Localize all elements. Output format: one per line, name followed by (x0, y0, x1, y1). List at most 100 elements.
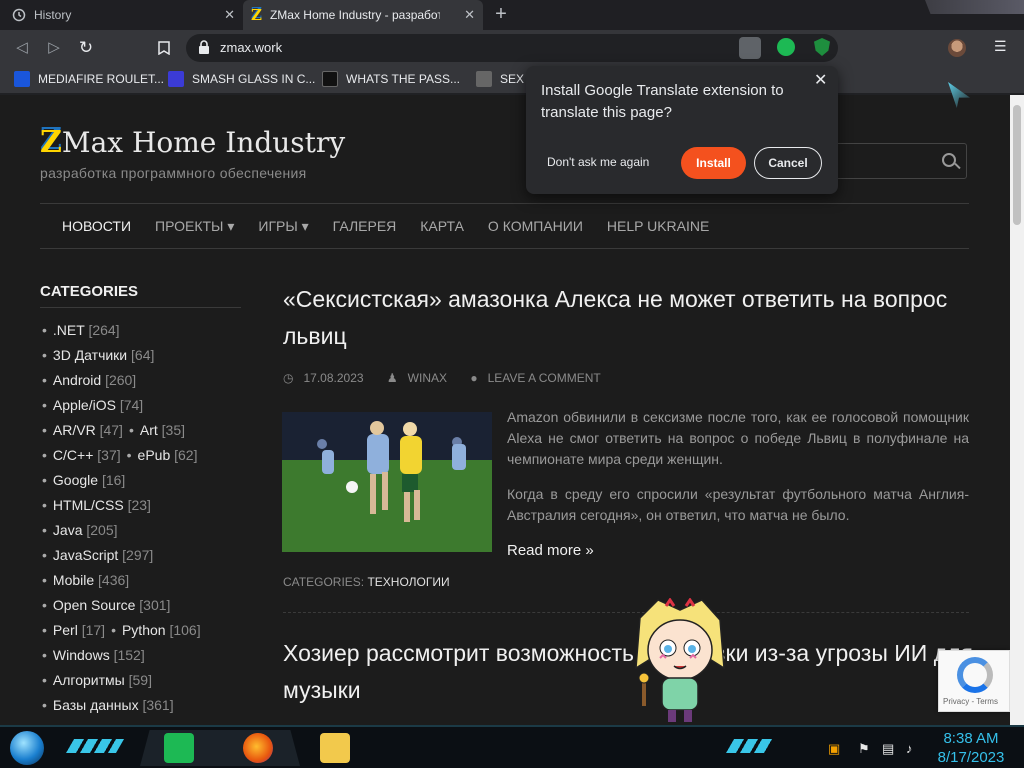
firefox-app-icon[interactable] (243, 733, 273, 763)
category-link[interactable]: Google (53, 472, 98, 488)
flag-icon[interactable]: ⚑ (858, 741, 870, 757)
bookmark-item[interactable]: SEX I (476, 71, 531, 87)
close-icon[interactable]: ✕ (814, 70, 827, 90)
forward-button[interactable]: ▷ (44, 38, 64, 58)
category-row: • Android [260] (42, 370, 252, 395)
url-text: zmax.work (220, 40, 283, 55)
clock-date: 8/17/2023 (937, 749, 1005, 766)
bullet-icon: • (42, 622, 47, 638)
category-row: • Perl [17] • Python [106] (42, 620, 252, 645)
category-link[interactable]: AR/VR (53, 422, 96, 438)
category-link[interactable]: Android (53, 372, 101, 388)
categories-heading: CATEGORIES (40, 283, 139, 300)
network-icon[interactable]: ▤ (882, 741, 894, 757)
category-link[interactable]: .NET (53, 322, 85, 338)
nav-item-news[interactable]: НОВОСТИ (62, 218, 131, 234)
volume-icon[interactable]: ♪ (906, 741, 913, 756)
nav-item-about[interactable]: О КОМПАНИИ (488, 218, 583, 234)
scrollbar-thumb[interactable] (1013, 105, 1021, 225)
categories-list: • .NET [264] • 3D Датчики [64] • Android [260… (42, 320, 252, 720)
tab-history[interactable]: History ✕ (0, 0, 243, 30)
category-row: • C/C++ [37] • ePub [62] (42, 445, 252, 470)
close-tab-icon[interactable]: ✕ (224, 7, 235, 23)
category-row: • JavaScript [297] (42, 545, 252, 570)
tab-zmax[interactable]: Z ZMax Home Industry - разработка ✕ (243, 0, 483, 30)
new-tab-button[interactable]: + (489, 4, 513, 26)
category-row: • Базы данных [361] (42, 695, 252, 720)
post-excerpt: Amazon обвинили в сексизме после того, к… (507, 407, 969, 540)
bookmark-item[interactable]: MEDIAFIRE ROULET... (14, 71, 164, 87)
back-button[interactable]: ◁ (12, 38, 32, 58)
shield-extension-icon[interactable] (814, 38, 830, 56)
search-icon[interactable] (942, 153, 956, 167)
bullet-icon: • (42, 522, 47, 538)
category-link[interactable]: Алгоритмы (53, 672, 125, 688)
dont-ask-again-button[interactable]: Don't ask me again (547, 155, 649, 169)
bookmark-item[interactable]: WHATS THE PASS... (322, 71, 460, 87)
taskbar-decoration (65, 739, 125, 753)
category-link[interactable]: ePub (138, 447, 171, 463)
close-tab-icon[interactable]: ✕ (464, 7, 475, 23)
divider (40, 307, 241, 308)
bookmark-star-button[interactable] (154, 38, 174, 58)
nav-item-map[interactable]: КАРТА (420, 218, 464, 234)
web-page: ZMax Home Industry разработка программно… (0, 95, 1010, 725)
site-search-input[interactable] (830, 143, 967, 179)
nav-item-projects[interactable]: ПРОЕКТЫ ▾ (155, 218, 234, 235)
category-link[interactable]: Базы данных (53, 697, 139, 713)
install-button[interactable]: Install (681, 147, 746, 179)
category-link[interactable]: Windows (53, 647, 110, 663)
post-author[interactable]: ♟ WINAX (387, 371, 457, 385)
post-categories: CATEGORIES: ТЕХНОЛОГИИ (283, 575, 450, 589)
tray-app-icon[interactable]: ▣ (828, 741, 840, 757)
category-link[interactable]: 3D Датчики (53, 347, 127, 363)
nav-item-gallery[interactable]: ГАЛЕРЕЯ (333, 218, 397, 234)
star-butterfly-mascot-icon[interactable] (628, 598, 732, 724)
profile-avatar[interactable] (948, 39, 966, 57)
category-link[interactable]: JavaScript (53, 547, 118, 563)
category-link[interactable]: Open Source (53, 597, 136, 613)
category-row: • Google [16] (42, 470, 252, 495)
category-link[interactable]: Python (122, 622, 166, 638)
bookmark-label: SMASH GLASS IN C... (192, 72, 316, 86)
bullet-icon: • (126, 447, 132, 463)
recaptcha-links[interactable]: Privacy - Terms (943, 697, 998, 706)
cancel-button[interactable]: Cancel (754, 147, 822, 179)
browser-menu-button[interactable]: ☰ (994, 38, 1007, 55)
categories-label: CATEGORIES: (283, 575, 365, 589)
post-image[interactable] (282, 412, 492, 552)
site-logo[interactable]: ZMax Home Industry разработка программно… (40, 125, 345, 181)
category-link[interactable]: Perl (53, 622, 78, 638)
category-link[interactable]: Art (140, 422, 158, 438)
spotify-extension-icon[interactable] (777, 38, 795, 56)
category-link[interactable]: Apple/iOS (53, 397, 116, 413)
nav-item-games[interactable]: ИГРЫ ▾ (258, 218, 308, 235)
category-link[interactable]: Java (53, 522, 83, 538)
category-link[interactable]: HTML/CSS (53, 497, 124, 513)
reload-button[interactable]: ↻ (76, 38, 96, 58)
start-button[interactable] (10, 731, 44, 765)
post-comment-link[interactable]: ● LEAVE A COMMENT (470, 371, 610, 385)
bookmark-item[interactable]: SMASH GLASS IN C... (168, 71, 315, 87)
post-date: ◷ 17.08.2023 (283, 371, 364, 385)
file-explorer-icon[interactable] (320, 733, 350, 763)
bullet-icon: • (42, 322, 47, 338)
page-scrollbar[interactable] (1010, 95, 1024, 725)
category-count: [74] (119, 397, 144, 413)
category-link[interactable]: ТЕХНОЛОГИИ (367, 575, 449, 589)
address-bar[interactable]: zmax.work (186, 34, 838, 62)
tab-title: History (34, 8, 72, 22)
category-link[interactable]: C/C++ (53, 447, 93, 463)
system-clock[interactable]: 8:38 AM 8/17/2023 (936, 729, 1006, 767)
category-row: • Windows [152] (42, 645, 252, 670)
recaptcha-badge[interactable]: Privacy - Terms (938, 650, 1010, 712)
translate-icon[interactable] (739, 37, 761, 59)
read-more-link[interactable]: Read more » (507, 542, 594, 559)
nav-item-help-ukraine[interactable]: HELP UKRAINE (607, 218, 709, 234)
bookmark-icon (158, 41, 170, 56)
post-title[interactable]: «Сексистская» амазонка Алекса не может о… (283, 281, 973, 355)
spotify-app-icon[interactable] (164, 733, 194, 763)
category-link[interactable]: Mobile (53, 572, 94, 588)
category-count: [260] (105, 372, 137, 388)
main-navigation: НОВОСТИ ПРОЕКТЫ ▾ ИГРЫ ▾ ГАЛЕРЕЯ КАРТА О… (40, 203, 969, 249)
